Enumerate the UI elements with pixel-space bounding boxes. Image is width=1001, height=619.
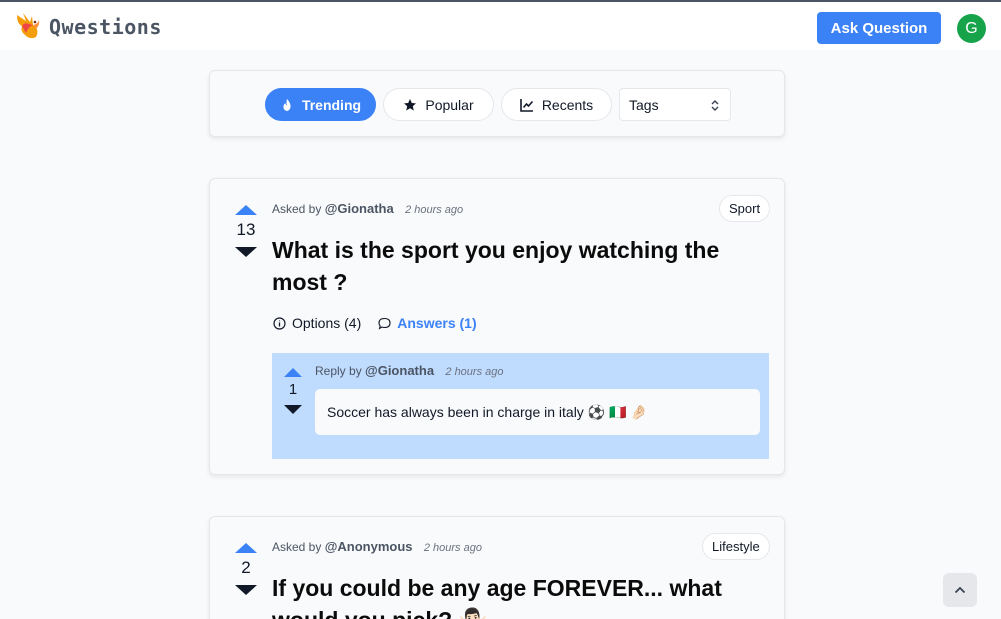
chevron-up-icon bbox=[954, 586, 966, 594]
filter-bar: Trending Popular Recents Tags bbox=[209, 70, 785, 137]
question-meta: Asked by @Anonymous 2 hours ago bbox=[272, 539, 482, 554]
flame-icon bbox=[283, 98, 291, 111]
reply-meta: Reply by @Gionatha 2 hours ago bbox=[315, 363, 504, 378]
question-title[interactable]: What is the sport you enjoy watching the… bbox=[272, 234, 752, 298]
reply-by-label: Reply by bbox=[315, 364, 362, 378]
author-link[interactable]: @Gionatha bbox=[325, 201, 394, 216]
question-actions: Options (4) Answers (1) bbox=[273, 315, 494, 331]
brand-name[interactable]: Qwestions bbox=[49, 15, 162, 39]
chat-bubble-icon bbox=[378, 317, 391, 330]
top-navbar: Qwestions Ask Question G bbox=[0, 0, 1001, 50]
options-button[interactable]: Options (4) bbox=[273, 315, 361, 331]
question-card: 2 Asked by @Anonymous 2 hours ago Lifest… bbox=[209, 516, 785, 619]
downvote-icon[interactable] bbox=[235, 585, 257, 595]
reply-vote-control: 1 bbox=[278, 368, 308, 414]
question-meta: Asked by @Gionatha 2 hours ago bbox=[272, 201, 463, 216]
tags-select[interactable]: Tags bbox=[619, 88, 731, 121]
author-link[interactable]: @Anonymous bbox=[325, 539, 413, 554]
tag-badge[interactable]: Lifestyle bbox=[702, 533, 770, 560]
upvote-icon[interactable] bbox=[284, 368, 302, 377]
options-label: Options (4) bbox=[292, 315, 362, 331]
tag-badge[interactable]: Sport bbox=[719, 195, 771, 222]
ask-question-button[interactable]: Ask Question bbox=[817, 12, 941, 44]
timestamp: 2 hours ago bbox=[423, 542, 482, 554]
reply-vote-count: 1 bbox=[288, 381, 298, 398]
tab-trending-label: Trending bbox=[301, 96, 362, 113]
tab-recents-label: Recents bbox=[541, 96, 594, 113]
tab-trending[interactable]: Trending bbox=[265, 88, 376, 121]
downvote-icon[interactable] bbox=[284, 405, 302, 414]
chart-line-icon bbox=[520, 98, 533, 112]
tags-select-value: Tags bbox=[629, 96, 659, 113]
star-icon bbox=[404, 98, 417, 110]
reply-text: Soccer has always been in charge in ital… bbox=[315, 389, 760, 435]
answers-label: Answers (1) bbox=[397, 315, 477, 331]
tab-recents[interactable]: Recents bbox=[501, 88, 612, 121]
downvote-icon[interactable] bbox=[235, 247, 257, 257]
tab-popular[interactable]: Popular bbox=[383, 88, 494, 121]
reply-author-link[interactable]: @Gionatha bbox=[365, 363, 434, 378]
answer-reply: 1 Reply by @Gionatha 2 hours ago Soccer … bbox=[272, 353, 769, 459]
asked-by-label: Asked by bbox=[272, 540, 322, 554]
timestamp: 2 hours ago bbox=[405, 204, 464, 216]
bird-logo-icon[interactable] bbox=[14, 11, 42, 41]
vote-control: 13 bbox=[231, 205, 261, 257]
chevron-up-down-icon bbox=[711, 100, 719, 111]
vote-control: 2 bbox=[231, 543, 261, 595]
upvote-icon[interactable] bbox=[235, 205, 257, 215]
question-card: 13 Asked by @Gionatha 2 hours ago Sport … bbox=[209, 178, 785, 475]
question-title[interactable]: If you could be any age FOREVER... what … bbox=[272, 572, 752, 619]
info-icon bbox=[273, 316, 286, 330]
vote-count: 13 bbox=[236, 220, 256, 239]
tab-popular-label: Popular bbox=[425, 96, 474, 113]
answers-button[interactable]: Answers (1) bbox=[378, 315, 477, 331]
asked-by-label: Asked by bbox=[272, 202, 322, 216]
vote-count: 2 bbox=[241, 558, 251, 577]
scroll-to-top-button[interactable] bbox=[943, 573, 977, 607]
user-avatar[interactable]: G bbox=[957, 14, 986, 43]
upvote-icon[interactable] bbox=[235, 543, 257, 553]
reply-timestamp: 2 hours ago bbox=[445, 366, 504, 378]
